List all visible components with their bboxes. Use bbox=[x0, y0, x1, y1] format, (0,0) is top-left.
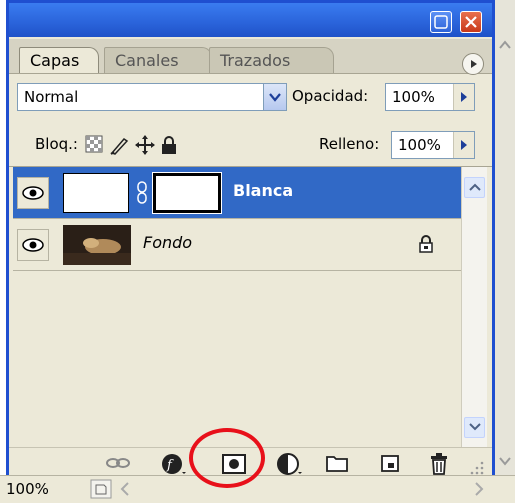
tab-capas[interactable]: Capas bbox=[19, 47, 99, 73]
arrow-right-icon bbox=[461, 92, 467, 102]
blend-opacity-row: Normal Opacidad: 100% bbox=[9, 77, 492, 115]
minimize-button[interactable] bbox=[430, 11, 452, 33]
background-scrollbar-strip bbox=[495, 0, 515, 502]
layer-style-icon[interactable]: f bbox=[161, 453, 187, 475]
chevron-down-icon[interactable] bbox=[263, 84, 286, 110]
blend-mode-select[interactable]: Normal bbox=[17, 83, 287, 111]
lock-transparency-icon[interactable] bbox=[85, 135, 103, 153]
scroll-down-button[interactable] bbox=[464, 417, 485, 438]
layer-row-fondo[interactable]: Fondo bbox=[13, 219, 461, 271]
lock-position-move-icon[interactable] bbox=[135, 135, 155, 155]
layer-row-blanca[interactable]: Blanca bbox=[13, 167, 461, 219]
zoom-level[interactable]: 100% bbox=[6, 480, 49, 498]
layers-list: Blanca Fondo bbox=[13, 167, 461, 447]
link-layers-icon[interactable] bbox=[105, 453, 131, 473]
chevron-down-icon bbox=[469, 423, 481, 431]
lock-all-icon[interactable] bbox=[160, 135, 178, 155]
lock-label: Bloq.: bbox=[35, 135, 78, 153]
scroll-right-icon[interactable] bbox=[474, 482, 484, 496]
layer-thumbnail[interactable] bbox=[63, 173, 129, 213]
lock-pixels-brush-icon[interactable] bbox=[109, 135, 129, 155]
opacity-field[interactable]: 100% bbox=[385, 83, 475, 111]
eye-icon bbox=[22, 186, 44, 200]
panel-menu-icon bbox=[471, 60, 477, 68]
scroll-up-button[interactable] bbox=[464, 177, 485, 198]
fill-label: Relleno: bbox=[319, 135, 380, 153]
lock-icon bbox=[419, 235, 433, 253]
close-button[interactable] bbox=[460, 11, 482, 33]
panel-menu-button[interactable] bbox=[462, 53, 484, 75]
layer-name[interactable]: Fondo bbox=[143, 233, 192, 252]
new-group-icon[interactable] bbox=[325, 453, 349, 473]
resize-grip-icon[interactable] bbox=[467, 458, 485, 475]
layer-mask-thumbnail[interactable] bbox=[152, 172, 222, 214]
eye-icon bbox=[22, 238, 44, 252]
highlight-circle bbox=[189, 428, 265, 488]
opacity-label: Opacidad: bbox=[292, 87, 369, 105]
tab-bar: Capas Canales Trazados bbox=[9, 39, 492, 75]
vertical-scrollbar[interactable] bbox=[461, 167, 487, 447]
new-layer-icon[interactable] bbox=[379, 453, 401, 473]
chevron-down-icon bbox=[499, 457, 511, 466]
trash-icon[interactable] bbox=[429, 453, 449, 475]
chevron-up-icon bbox=[469, 183, 481, 191]
fill-slider-arrow[interactable] bbox=[453, 132, 474, 158]
status-menu-icon[interactable] bbox=[90, 479, 112, 499]
arrow-right-icon bbox=[461, 140, 467, 150]
fill-field[interactable]: 100% bbox=[391, 131, 475, 159]
blend-mode-value: Normal bbox=[24, 88, 79, 106]
minimize-icon bbox=[434, 15, 448, 29]
link-chain-icon[interactable] bbox=[136, 181, 148, 205]
chevron-up-icon bbox=[499, 40, 511, 49]
scroll-left-icon[interactable] bbox=[120, 482, 130, 496]
visibility-toggle[interactable] bbox=[17, 229, 49, 261]
tab-canales[interactable]: Canales bbox=[104, 47, 212, 73]
panel-titlebar bbox=[9, 3, 492, 37]
lock-fill-row: Bloq.: Relleno: 100% bbox=[9, 123, 492, 163]
visibility-toggle[interactable] bbox=[17, 177, 49, 209]
adjustment-layer-icon[interactable] bbox=[277, 453, 303, 475]
layer-thumbnail[interactable] bbox=[63, 225, 131, 265]
document-status-bar: 100% bbox=[0, 475, 515, 503]
tab-trazados[interactable]: Trazados bbox=[209, 47, 334, 73]
layer-name[interactable]: Blanca bbox=[233, 181, 293, 200]
opacity-slider-arrow[interactable] bbox=[453, 84, 474, 110]
layers-panel: Capas Canales Trazados Normal Opacidad: … bbox=[6, 0, 495, 475]
opacity-value: 100% bbox=[392, 88, 435, 106]
close-icon bbox=[465, 16, 477, 28]
fill-value: 100% bbox=[398, 136, 441, 154]
